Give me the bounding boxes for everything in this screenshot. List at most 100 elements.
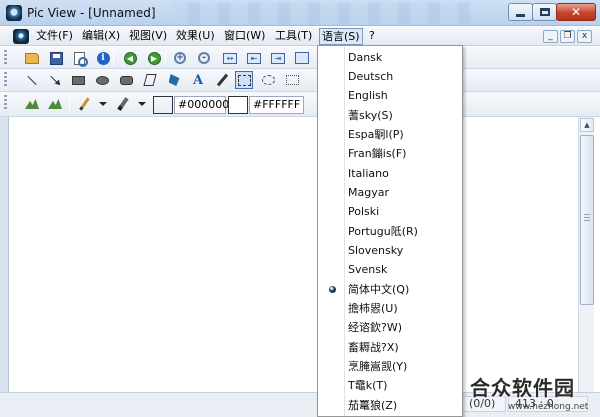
text-tool-button[interactable]: A <box>189 71 207 89</box>
ellipse-select-button[interactable] <box>259 71 277 89</box>
maximize-button[interactable] <box>532 3 557 21</box>
landscape-icon <box>25 99 39 109</box>
foreground-color-field[interactable]: #000000 <box>174 96 229 114</box>
language-item-russian[interactable]: 烹腌嵩觊(Y) <box>319 357 461 376</box>
previous-icon: ◀ <box>123 51 137 65</box>
pencil-width-dropdown[interactable] <box>94 95 112 113</box>
language-item-label: Slovensky <box>348 244 404 257</box>
freeform-select-icon <box>285 75 299 85</box>
watermark-title: 合众软件园 <box>470 376 575 400</box>
open-button[interactable] <box>23 49 41 67</box>
previous-image-button[interactable]: ◀ <box>121 49 139 67</box>
menu-window[interactable]: 窗口(W) <box>222 29 267 44</box>
rectangle-tool-button[interactable] <box>69 71 87 89</box>
language-item-czech[interactable]: 蓍sky(S) <box>319 106 461 125</box>
language-item-traditional-chinese[interactable]: 擔柿惥(U) <box>319 299 461 318</box>
menu-file[interactable]: 文件(F) <box>34 29 75 44</box>
document-icon[interactable] <box>13 29 29 44</box>
language-item-label: English <box>348 89 388 102</box>
save-button[interactable] <box>47 49 65 67</box>
background-color-swatch[interactable] <box>228 96 248 114</box>
toolbar-grip[interactable] <box>4 72 7 88</box>
close-button[interactable]: ✕ <box>556 3 596 21</box>
language-item-korean[interactable]: 经谘欽?W) <box>319 318 461 337</box>
info-icon: i <box>96 51 110 65</box>
language-item-portuguese[interactable]: Portugu阺(R) <box>319 222 461 241</box>
toolbar-grip[interactable] <box>4 50 7 66</box>
language-item-svensk[interactable]: Svensk <box>319 260 461 279</box>
language-item-english[interactable]: English <box>319 86 461 105</box>
language-item-polski[interactable]: Polski <box>319 202 461 221</box>
language-item-greek[interactable]: 茄鼍狼(Z) <box>319 396 461 415</box>
toolbar-grip[interactable] <box>4 95 7 111</box>
toolbar-separator <box>165 50 166 66</box>
pencil-tool-button[interactable] <box>75 95 93 113</box>
close-icon: ✕ <box>570 5 582 19</box>
menu-help[interactable]: ? <box>367 29 377 44</box>
language-item-label: 擔柿惥(U) <box>348 302 398 315</box>
watermark-logo: 合众软件园 www.hezhong.net <box>462 372 598 416</box>
brush-tool-button[interactable] <box>114 95 132 113</box>
minimize-icon <box>516 13 525 17</box>
background-color-field[interactable]: #FFFFFF <box>249 96 304 114</box>
menu-tools[interactable]: 工具(T) <box>273 29 314 44</box>
image-canvas[interactable] <box>0 117 600 400</box>
fit-width-button[interactable]: ↔ <box>221 49 239 67</box>
language-item-deutsch[interactable]: Deutsch <box>319 67 461 86</box>
foreground-color-swatch[interactable] <box>153 96 173 114</box>
mdi-minimize-button[interactable]: _ <box>543 30 558 43</box>
scroll-up-button[interactable]: ▲ <box>580 118 594 132</box>
zoom-in-button[interactable]: + <box>171 49 189 67</box>
mdi-close-button[interactable]: x <box>577 30 592 43</box>
print-preview-icon <box>73 51 88 67</box>
language-item-slovensky[interactable]: Slovensky <box>319 241 461 260</box>
color-toolbar: #000000 #FFFFFF <box>0 92 600 117</box>
brush-width-dropdown[interactable] <box>133 95 151 113</box>
fit-window-button[interactable]: ⇤ <box>245 49 263 67</box>
file-toolbar: i ◀ ▶ + - ↔ ⇤ ⇥ <box>0 47 600 69</box>
scroll-grip-icon <box>584 214 590 222</box>
arrow-icon <box>50 75 60 85</box>
rect-select-button[interactable] <box>235 71 253 89</box>
zoom-out-button[interactable]: - <box>195 49 213 67</box>
language-item-italiano[interactable]: Italiano <box>319 164 461 183</box>
vertical-scrollbar[interactable]: ▲ <box>578 117 594 392</box>
info-button[interactable]: i <box>94 49 112 67</box>
language-item-label: T鼀k(T) <box>348 379 388 392</box>
fill-tool-button[interactable] <box>165 71 183 89</box>
menu-edit[interactable]: 编辑(X) <box>80 29 122 44</box>
paint-bucket-icon <box>168 74 180 86</box>
line-tool-button[interactable] <box>23 71 41 89</box>
language-item-spanish[interactable]: Espa駉l(P) <box>319 125 461 144</box>
menu-language[interactable]: 语言(S) <box>319 28 363 45</box>
language-item-turkish[interactable]: T鼀k(T) <box>319 376 461 395</box>
menu-view[interactable]: 视图(V) <box>127 29 169 44</box>
actual-size-button[interactable]: ⇥ <box>269 49 287 67</box>
language-item-dansk[interactable]: Dansk <box>319 48 461 67</box>
rotate-icon <box>295 52 309 64</box>
ellipse-tool-button[interactable] <box>93 71 111 89</box>
language-item-french[interactable]: Fran鏰is(F) <box>319 144 461 163</box>
language-item-simplified-chinese[interactable]: 简体中文(Q) <box>319 280 461 299</box>
language-item-magyar[interactable]: Magyar <box>319 183 461 202</box>
minimize-button[interactable] <box>508 3 533 21</box>
title-bar: Pic View - [Unnamed] ✕ <box>0 0 600 26</box>
arrow-tool-button[interactable] <box>46 71 64 89</box>
color-picker-button[interactable] <box>213 71 231 89</box>
scroll-thumb[interactable] <box>580 135 594 305</box>
mdi-restore-button[interactable]: ❐ <box>560 30 575 43</box>
open-folder-icon <box>25 52 39 64</box>
rounded-rect-tool-button[interactable] <box>117 71 135 89</box>
rotate-button[interactable] <box>293 49 311 67</box>
rectangle-icon <box>71 75 85 85</box>
polygon-tool-button[interactable] <box>141 71 159 89</box>
menu-effects[interactable]: 效果(U) <box>174 29 217 44</box>
language-item-japanese[interactable]: 畜耨战?X) <box>319 338 461 357</box>
next-image-button[interactable]: ▶ <box>145 49 163 67</box>
freeform-select-button[interactable] <box>283 71 301 89</box>
adjust-button[interactable] <box>23 95 41 113</box>
print-preview-button[interactable] <box>70 49 88 67</box>
adjust-alt-button[interactable] <box>46 95 64 113</box>
next-icon: ▶ <box>147 51 161 65</box>
polygon-icon <box>143 74 157 86</box>
